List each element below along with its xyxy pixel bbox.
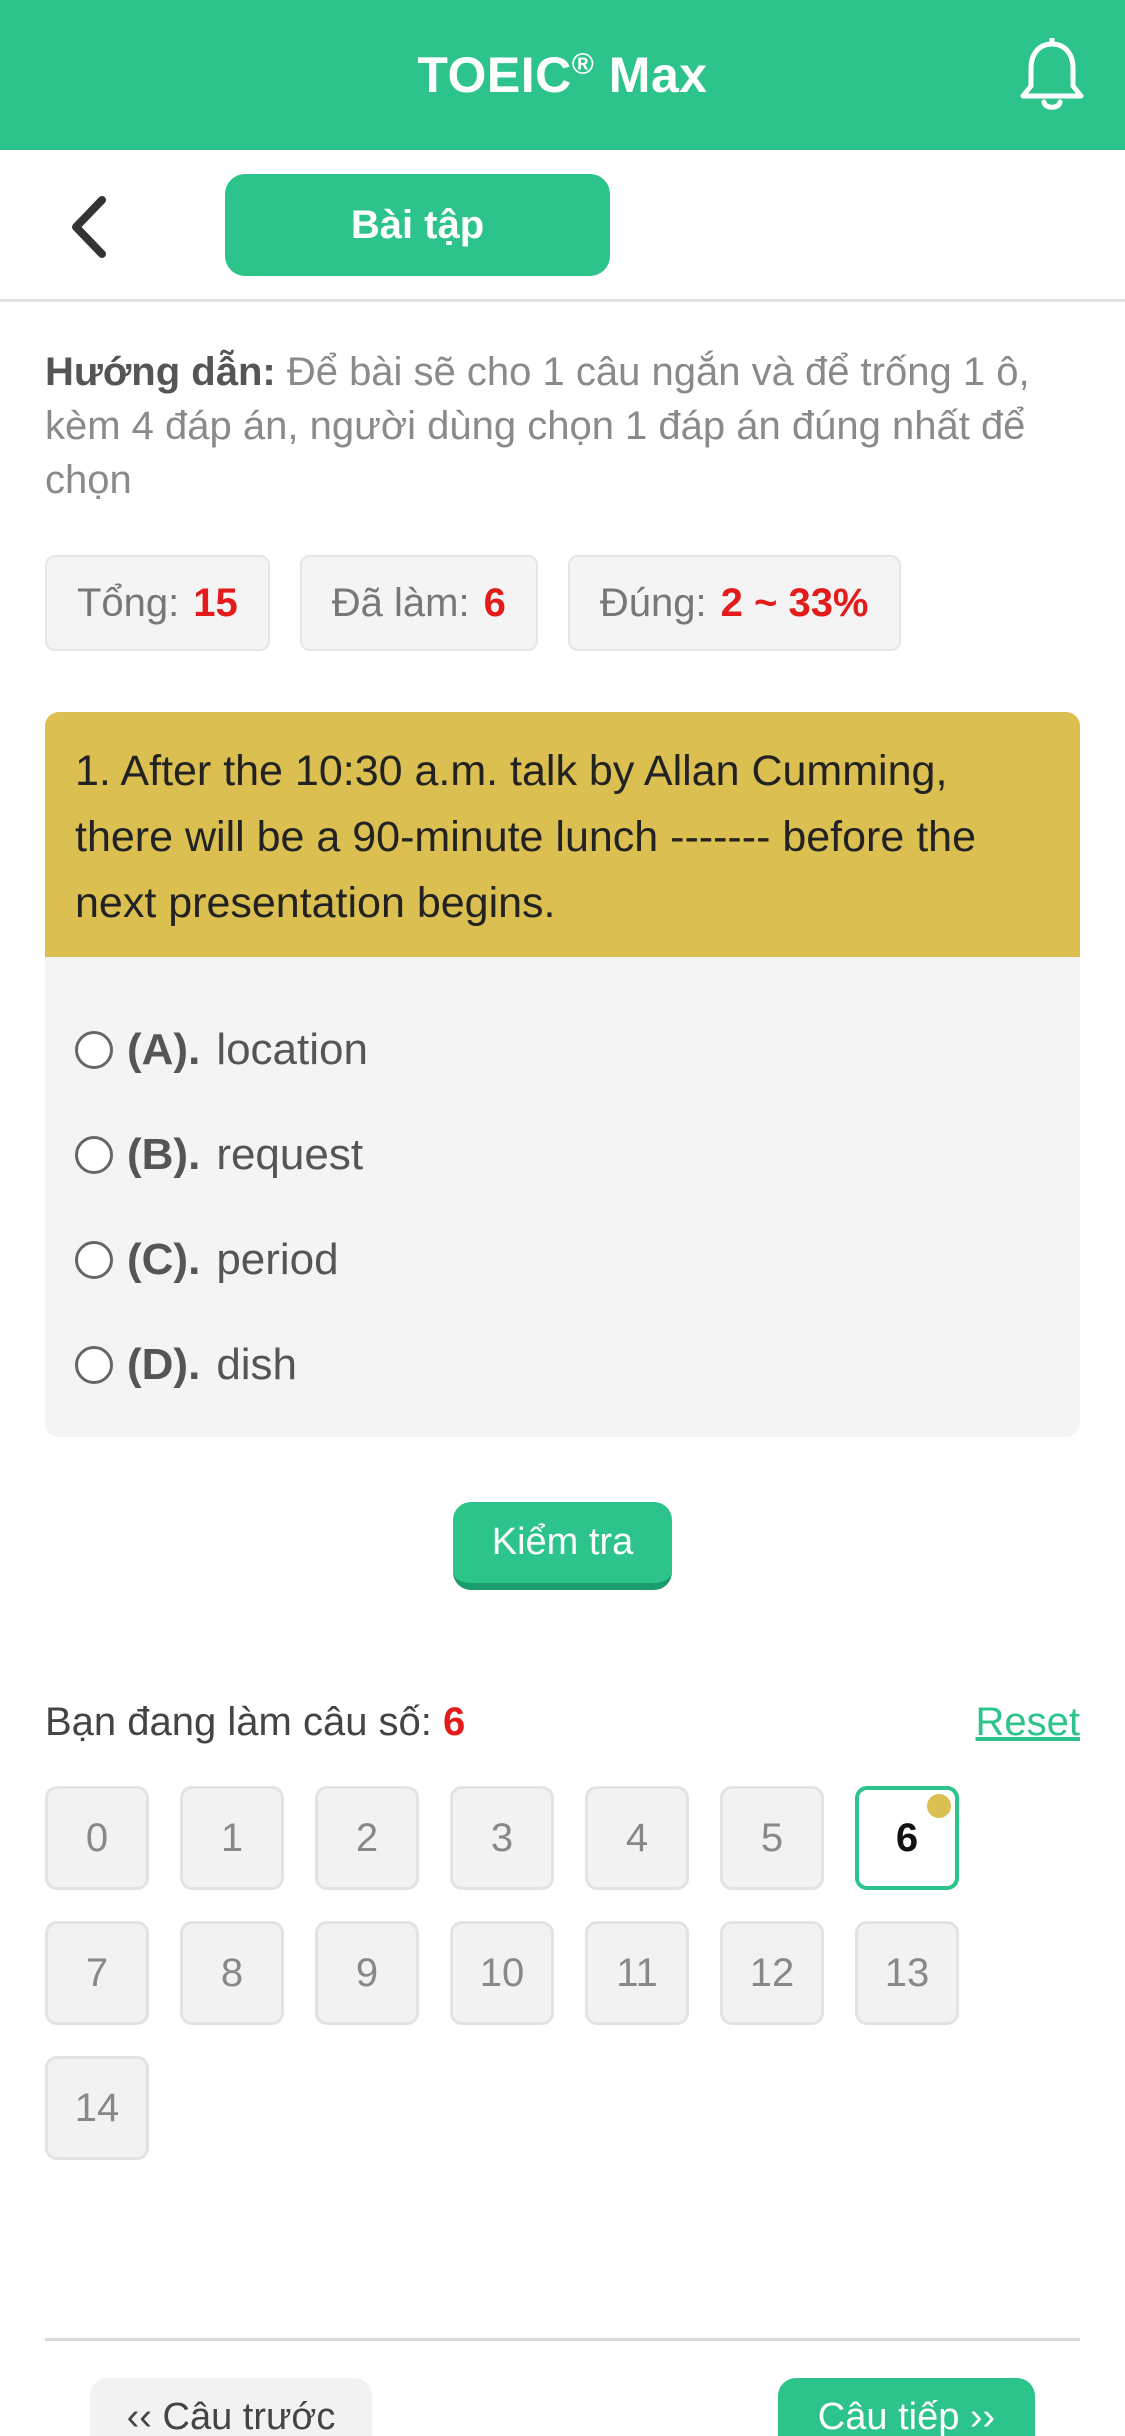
stat-total: Tổng: 15	[45, 555, 270, 651]
question-number[interactable]: 14	[45, 2056, 149, 2160]
question-number[interactable]: 8	[180, 1921, 284, 2025]
question-number[interactable]: 2	[315, 1786, 419, 1890]
app-header: TOEIC® Max	[0, 0, 1125, 150]
previous-question-button[interactable]: ‹‹ Câu trước	[90, 2378, 372, 2436]
stat-done: Đã làm: 6	[299, 555, 538, 651]
question-number[interactable]: 0	[45, 1786, 149, 1890]
radio-icon[interactable]	[75, 1136, 113, 1174]
question-number[interactable]: 4	[585, 1786, 689, 1890]
radio-icon[interactable]	[75, 1346, 113, 1384]
question-number[interactable]: 1	[180, 1786, 284, 1890]
bell-icon[interactable]	[1017, 38, 1087, 114]
question-number[interactable]: 9	[315, 1921, 419, 2025]
instructions-label: Hướng dẫn:	[45, 350, 276, 394]
tab-exercise[interactable]: Bài tập	[225, 174, 610, 276]
question-number[interactable]: 5	[720, 1786, 824, 1890]
check-button[interactable]: Kiểm tra	[453, 1502, 672, 1590]
stats-bar: Tổng: 15 Đã làm: 6 Đúng: 2 ~ 33%	[45, 555, 901, 651]
question-number[interactable]: 12	[720, 1921, 824, 2025]
question-text: 1. After the 10:30 a.m. talk by Allan Cu…	[45, 712, 1080, 957]
app-title: TOEIC® Max	[417, 47, 708, 103]
reset-link[interactable]: Reset	[976, 1700, 1081, 1745]
option-a[interactable]: (A). location	[75, 1020, 368, 1080]
question-number[interactable]: 10	[450, 1921, 554, 2025]
question-number[interactable]: 3	[450, 1786, 554, 1890]
radio-icon[interactable]	[75, 1241, 113, 1279]
option-c[interactable]: (C). period	[75, 1230, 339, 1290]
chevron-left-icon[interactable]	[62, 192, 118, 262]
option-b[interactable]: (B). request	[75, 1125, 363, 1185]
question-number[interactable]: 11	[585, 1921, 689, 2025]
sub-navigation: Bài tập	[0, 150, 1125, 302]
instructions: Hướng dẫn: Để bài sẽ cho 1 câu ngắn và đ…	[45, 345, 1085, 507]
radio-icon[interactable]	[75, 1031, 113, 1069]
next-question-button[interactable]: Câu tiếp ››	[778, 2378, 1035, 2436]
current-question: Bạn đang làm câu số: 6	[45, 1700, 466, 1744]
option-d[interactable]: (D). dish	[75, 1335, 297, 1395]
question-number[interactable]: 7	[45, 1921, 149, 2025]
question-card: 1. After the 10:30 a.m. talk by Allan Cu…	[45, 712, 1080, 1437]
question-number-current[interactable]: 6	[855, 1786, 959, 1890]
question-number[interactable]: 13	[855, 1921, 959, 2025]
divider	[45, 2338, 1080, 2341]
current-indicator-dot	[927, 1794, 951, 1818]
stat-correct: Đúng: 2 ~ 33%	[567, 555, 901, 651]
